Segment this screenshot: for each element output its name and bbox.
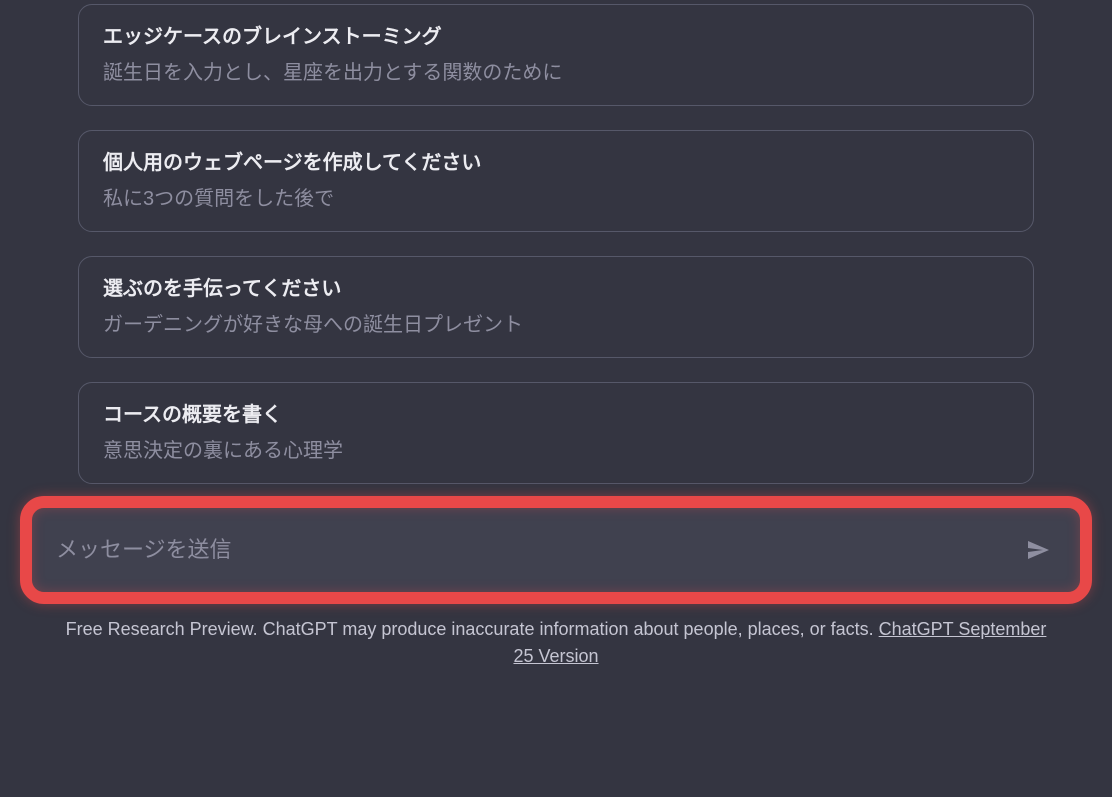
message-input-wrapper	[30, 508, 1082, 592]
message-input-box[interactable]	[30, 508, 1082, 592]
footer-text: Free Research Preview. ChatGPT may produ…	[66, 619, 879, 639]
suggestion-title: 選ぶのを手伝ってください	[103, 275, 1009, 303]
suggestion-subtitle: 誕生日を入力とし、星座を出力とする関数のために	[103, 59, 1009, 87]
send-icon	[1026, 538, 1050, 562]
suggestion-card-1[interactable]: 個人用のウェブページを作成してください 私に3つの質問をした後で	[78, 130, 1034, 232]
suggestion-card-2[interactable]: 選ぶのを手伝ってください ガーデニングが好きな母への誕生日プレゼント	[78, 256, 1034, 358]
suggestion-subtitle: ガーデニングが好きな母への誕生日プレゼント	[103, 311, 1009, 339]
suggestion-title: 個人用のウェブページを作成してください	[103, 149, 1009, 177]
suggestion-subtitle: 意思決定の裏にある心理学	[103, 437, 1009, 465]
suggestion-title: コースの概要を書く	[103, 401, 1009, 429]
suggestion-card-0[interactable]: エッジケースのブレインストーミング 誕生日を入力とし、星座を出力とする関数のため…	[78, 4, 1034, 106]
footer-disclaimer: Free Research Preview. ChatGPT may produ…	[0, 616, 1112, 670]
suggestion-card-3[interactable]: コースの概要を書く 意思決定の裏にある心理学	[78, 382, 1034, 484]
suggestion-title: エッジケースのブレインストーミング	[103, 23, 1009, 51]
message-input[interactable]	[56, 537, 1020, 563]
suggestion-subtitle: 私に3つの質問をした後で	[103, 185, 1009, 213]
send-button[interactable]	[1020, 532, 1056, 568]
